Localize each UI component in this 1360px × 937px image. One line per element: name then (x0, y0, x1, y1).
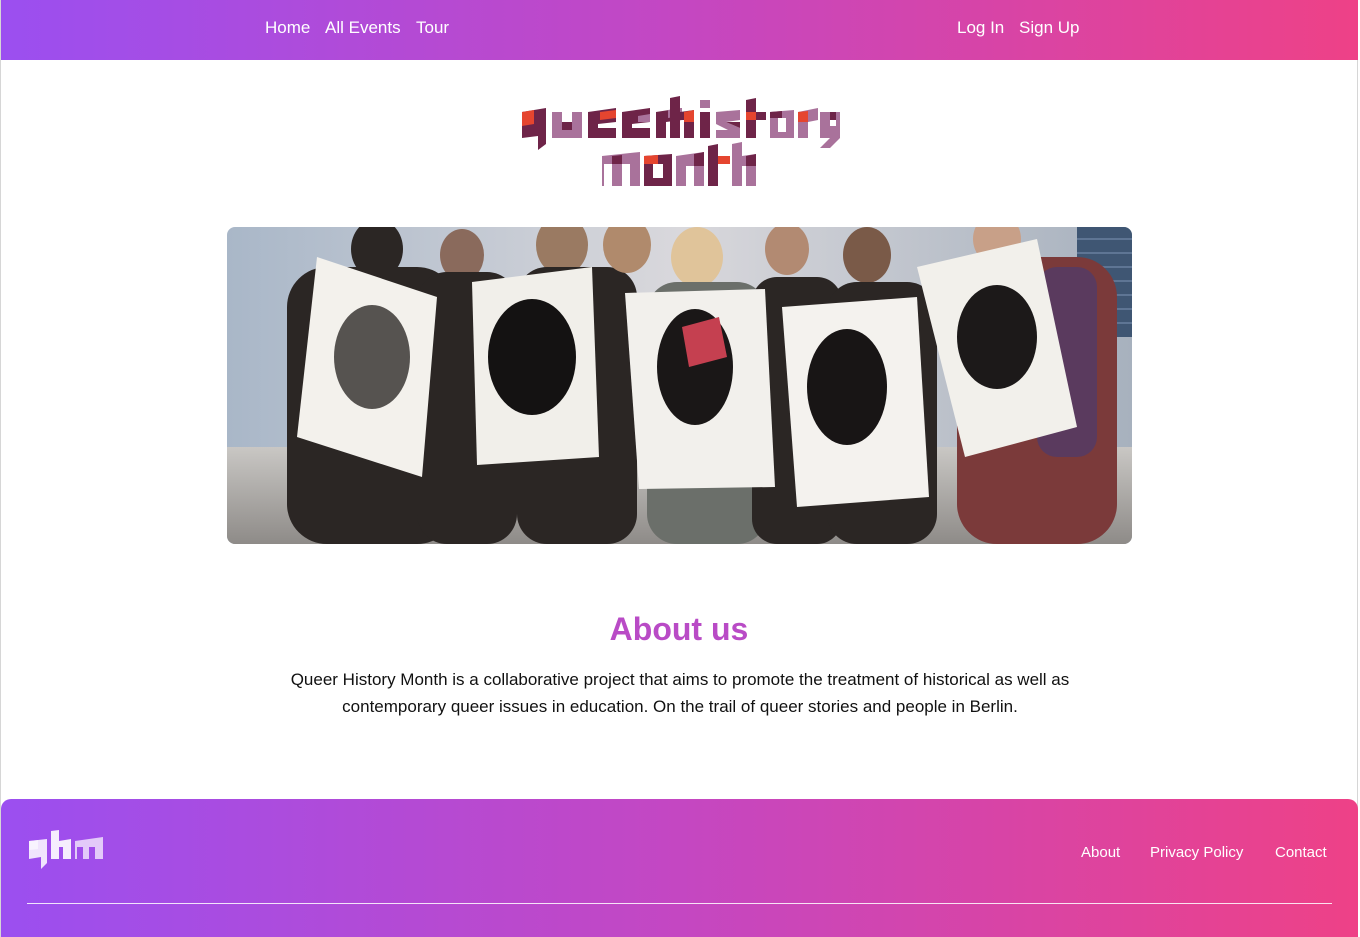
nav-home-link[interactable]: Home (265, 18, 310, 38)
top-navbar: Home All Events Tour Log In Sign Up (1, 0, 1358, 60)
about-description: Queer History Month is a collaborative p… (290, 670, 1070, 716)
footer-logo[interactable] (27, 829, 107, 873)
logo-wordmark-graphic (522, 96, 840, 186)
footer-divider (27, 903, 1332, 904)
site-footer: About Privacy Policy Contact (1, 799, 1358, 937)
about-heading: About us (609, 610, 749, 647)
footer-logo-graphic (29, 830, 103, 869)
nav-login-link[interactable]: Log In (957, 18, 1004, 38)
hero-photo (227, 227, 1132, 544)
footer-about-link[interactable]: About (1081, 844, 1120, 861)
footer-privacy-link[interactable]: Privacy Policy (1150, 844, 1243, 861)
nav-tour-link[interactable]: Tour (416, 18, 449, 38)
nav-all-events-link[interactable]: All Events (325, 18, 401, 38)
hero-photo-graphic (227, 227, 1132, 544)
nav-signup-link[interactable]: Sign Up (1019, 18, 1079, 38)
footer-contact-link[interactable]: Contact (1275, 844, 1327, 861)
site-logo[interactable] (518, 94, 842, 192)
